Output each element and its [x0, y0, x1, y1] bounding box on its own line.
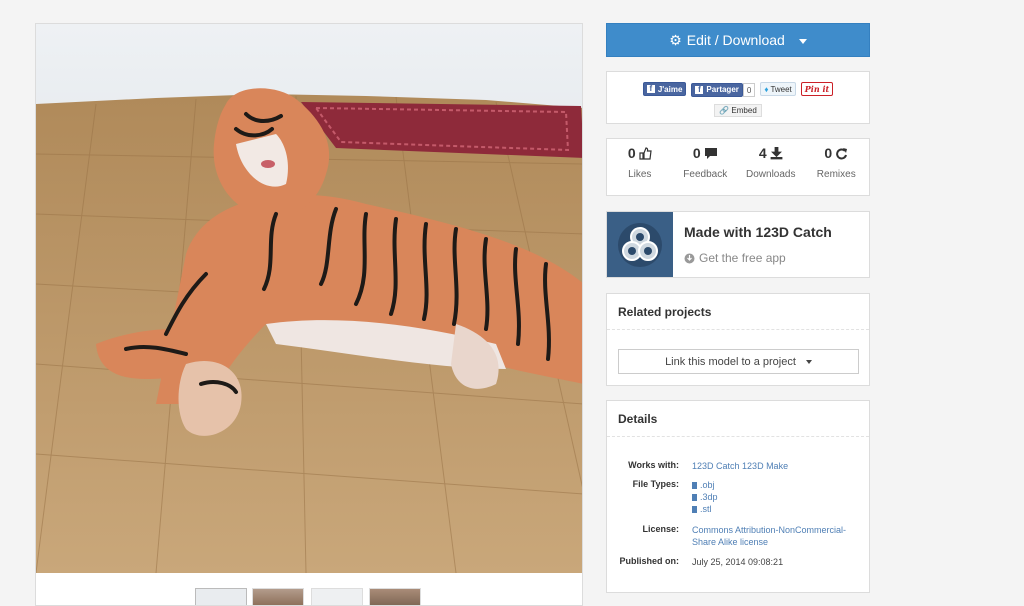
- model-viewer[interactable]: [35, 23, 583, 606]
- link-icon: 🔗: [719, 106, 730, 115]
- published-date: July 25, 2014 09:08:21: [692, 557, 784, 567]
- facebook-icon: f: [695, 85, 704, 94]
- embed-button[interactable]: 🔗 Embed: [714, 104, 762, 117]
- chevron-down-icon: [805, 359, 812, 364]
- embed-label: Embed: [731, 106, 757, 115]
- link-model-label: Link this model to a project: [665, 355, 796, 368]
- facebook-icon: f: [646, 85, 655, 93]
- license-line-1: Commons Attribution-NonCommercial-: [692, 525, 847, 535]
- file-type-3dp[interactable]: .3dp: [692, 491, 718, 503]
- thumbs-up-icon: [639, 146, 652, 160]
- chevron-down-icon: [798, 38, 807, 44]
- remixes-label: Remixes: [816, 169, 856, 180]
- likes-label: Likes: [628, 169, 652, 180]
- stat-remixes[interactable]: 0 Remixes: [804, 139, 870, 195]
- license-link[interactable]: Commons Attribution-NonCommercial- Share…: [692, 524, 846, 548]
- share-panel: f J'aime f Partager 0 ♦ Tweet Pin it 🔗 E…: [606, 71, 870, 124]
- comment-icon: [704, 147, 717, 159]
- license-line-2: Share Alike license: [692, 537, 769, 547]
- made-with-panel[interactable]: Made with 123D Catch Get the free app: [606, 211, 870, 278]
- share-count: 0: [742, 83, 756, 97]
- works-with-label: Works with:: [628, 460, 679, 470]
- details-panel: Details Works with: 123D Catch 123D Make…: [606, 400, 870, 593]
- link-model-to-project-button[interactable]: Link this model to a project: [618, 349, 859, 374]
- file-type-stl-label: .stl: [700, 504, 712, 514]
- feedback-count: 0: [692, 145, 701, 161]
- feedback-label: Feedback: [683, 169, 728, 180]
- downloads-count: 4: [758, 145, 767, 161]
- stat-downloads[interactable]: 4 Downloads: [738, 139, 804, 195]
- facebook-like-button[interactable]: f J'aime: [642, 82, 687, 96]
- file-icon: [692, 481, 697, 489]
- works-with-link-make[interactable]: 123D Make: [742, 461, 788, 471]
- details-title: Details: [607, 401, 869, 437]
- thumbnail-4[interactable]: [369, 588, 421, 605]
- thumbnail-strip: [36, 573, 582, 605]
- works-with-link-catch[interactable]: 123D Catch: [692, 461, 740, 471]
- file-types-label: File Types:: [632, 479, 679, 489]
- file-icon: [692, 505, 697, 513]
- remix-icon: [836, 147, 848, 159]
- thumbnail-1[interactable]: [195, 588, 247, 605]
- related-projects-title: Related projects: [607, 294, 869, 330]
- tweet-button[interactable]: ♦ Tweet: [760, 82, 796, 96]
- thumbnail-3[interactable]: [311, 588, 363, 605]
- stat-feedback[interactable]: 0 Feedback: [673, 139, 739, 195]
- related-projects-panel: Related projects Link this model to a pr…: [606, 293, 870, 386]
- pinterest-button[interactable]: Pin it: [800, 82, 834, 96]
- facebook-share-label: Partager: [706, 85, 739, 94]
- published-label: Published on:: [619, 556, 680, 566]
- 123d-catch-logo: [607, 212, 673, 277]
- get-free-app-label: Get the free app: [699, 251, 786, 265]
- edit-download-button[interactable]: ⚙ Edit / Download: [606, 23, 870, 57]
- download-icon: [770, 146, 783, 159]
- tiger-model-render[interactable]: [36, 24, 583, 573]
- file-type-obj-label: .obj: [700, 480, 715, 490]
- gear-icon: ⚙: [669, 31, 682, 48]
- tweet-label: Tweet: [770, 84, 792, 94]
- get-free-app-link[interactable]: Get the free app: [684, 251, 786, 265]
- edit-download-label: Edit / Download: [686, 32, 785, 48]
- license-label: License:: [642, 524, 679, 534]
- file-icon: [692, 493, 697, 501]
- facebook-like-label: J'aime: [657, 84, 683, 94]
- twitter-bird-icon: ♦: [764, 84, 769, 94]
- stats-panel: 0 Likes 0 Feedback 4 Downloads 0 Remixes: [606, 138, 870, 196]
- remixes-count: 0: [824, 145, 833, 161]
- downloads-label: Downloads: [746, 169, 796, 180]
- facebook-share-button[interactable]: f Partager: [691, 82, 743, 97]
- file-type-obj[interactable]: .obj: [692, 479, 718, 491]
- likes-count: 0: [627, 145, 636, 161]
- thumbnail-2[interactable]: [252, 588, 304, 605]
- file-type-stl[interactable]: .stl: [692, 503, 718, 515]
- made-with-title: Made with 123D Catch: [684, 224, 832, 240]
- stat-likes[interactable]: 0 Likes: [607, 139, 673, 195]
- download-circle-icon: [684, 253, 695, 263]
- file-type-3dp-label: .3dp: [700, 492, 718, 502]
